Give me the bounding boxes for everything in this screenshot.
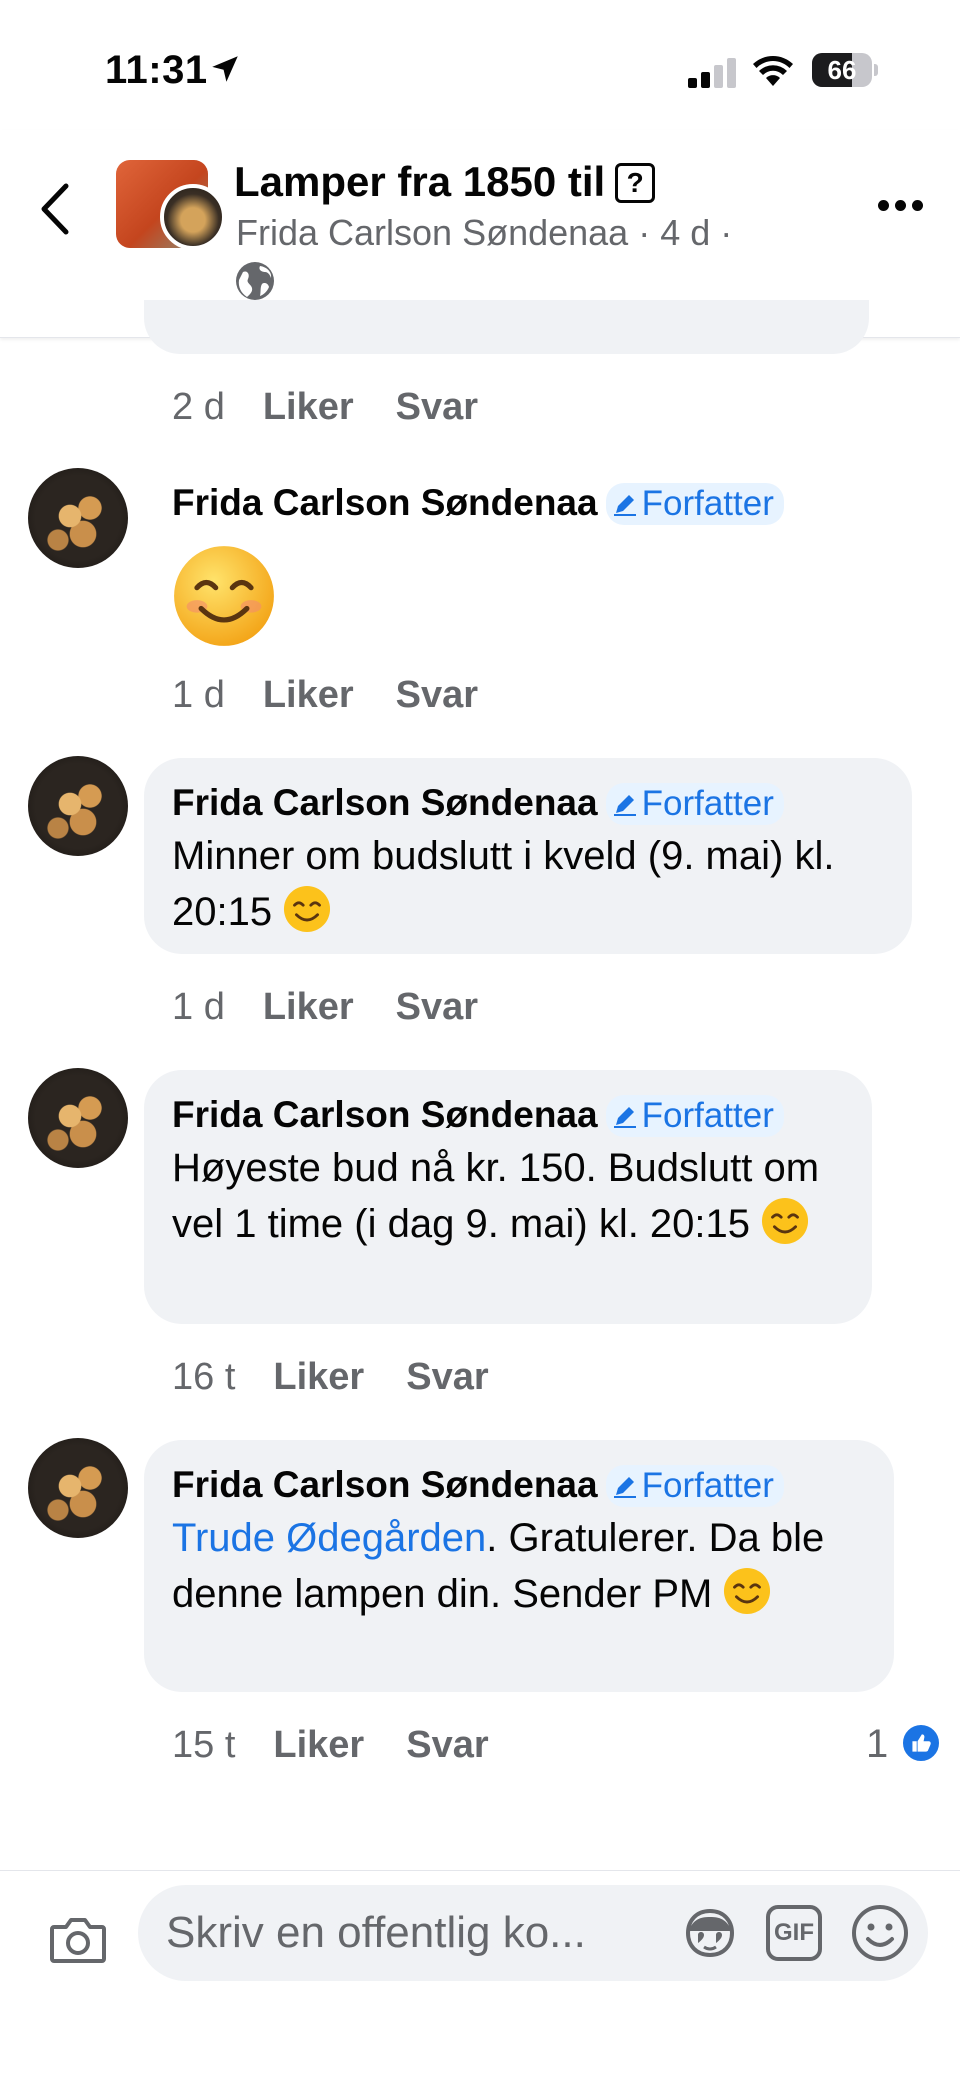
- comment-text: Høyeste bud nå kr. 150. Budslutt om vel …: [172, 1140, 844, 1252]
- gif-icon[interactable]: GIF: [766, 1905, 822, 1961]
- comment-actions: 1 d Liker Svar: [172, 674, 520, 717]
- comment-time: 2 d: [172, 386, 225, 428]
- comment-composer: GIF: [0, 1870, 960, 2081]
- back-chevron-icon[interactable]: [36, 182, 76, 236]
- thumbs-up-reaction-icon[interactable]: [900, 1722, 942, 1764]
- smiling-face-emoji-icon: [762, 1197, 809, 1245]
- like-button[interactable]: Liker: [263, 986, 354, 1029]
- comment-actions: 1 d Liker Svar: [172, 986, 520, 1029]
- group-title-text: Lamper fra 1850 til: [234, 158, 606, 205]
- badge-label: Forfatter: [641, 1096, 774, 1135]
- emoji-picker-icon[interactable]: [850, 1903, 910, 1963]
- pencil-icon: [613, 1107, 636, 1128]
- reply-button[interactable]: Svar: [406, 1356, 488, 1399]
- comment-input[interactable]: [166, 1885, 666, 1981]
- mention-link[interactable]: Trude Ødegården: [172, 1516, 486, 1560]
- reply-button[interactable]: Svar: [396, 674, 478, 717]
- reply-button[interactable]: Svar: [406, 1724, 488, 1767]
- comment-bubble[interactable]: Frida Carlson Søndenaa Forfatter Minner o…: [144, 758, 912, 954]
- commenter-avatar[interactable]: [28, 1068, 128, 1168]
- author-badge: Forfatter: [605, 1095, 784, 1137]
- pencil-icon: [613, 1477, 636, 1498]
- pencil-icon: [613, 795, 636, 816]
- like-button[interactable]: Liker: [263, 386, 354, 429]
- avatar-sticker-icon[interactable]: [680, 1905, 740, 1961]
- reply-button[interactable]: Svar: [396, 986, 478, 1029]
- comment-time: 1 d: [172, 986, 225, 1028]
- badge-label: Forfatter: [641, 1466, 774, 1505]
- author-name: Frida Carlson Søndenaa: [172, 1094, 598, 1135]
- comment-text-body: Høyeste bud nå kr. 150. Budslutt om vel …: [172, 1146, 820, 1246]
- cellular-signal-icon: [688, 56, 738, 88]
- author-name: Frida Carlson Søndenaa: [172, 1464, 598, 1505]
- comment-actions: 15 t Liker Svar: [172, 1724, 531, 1767]
- comment-emoji-only: Frida Carlson Søndenaa Forfatter: [172, 480, 784, 653]
- author-name: Frida Carlson Søndenaa: [172, 782, 598, 823]
- previous-comment-bubble: [144, 300, 869, 354]
- comment-actions: 2 d Liker Svar: [172, 386, 520, 429]
- comment-bubble[interactable]: Frida Carlson Søndenaa Forfatter Høyeste …: [144, 1070, 872, 1324]
- comment-actions: 16 t Liker Svar: [172, 1356, 531, 1399]
- author-badge: Forfatter: [605, 1465, 784, 1507]
- author-name: Frida Carlson Søndenaa: [172, 482, 598, 523]
- comment-time: 1 d: [172, 674, 225, 716]
- comment-author[interactable]: Frida Carlson Søndenaa Forfatter: [172, 1092, 844, 1138]
- comment-text: Minner om budslutt i kveld (9. mai) kl. …: [172, 828, 884, 940]
- battery-percent: 66: [827, 55, 857, 85]
- comment-author[interactable]: Frida Carlson Søndenaa Forfatter: [172, 480, 784, 526]
- reply-button[interactable]: Svar: [396, 386, 478, 429]
- comment-text: Trude Ødegården. Gratulerer. Da ble denn…: [172, 1510, 866, 1622]
- pencil-icon: [613, 495, 636, 516]
- commenter-avatar[interactable]: [28, 1438, 128, 1538]
- author-badge: Forfatter: [605, 483, 784, 525]
- group-title[interactable]: Lamper fra 1850 til?: [234, 158, 656, 206]
- badge-label: Forfatter: [641, 484, 774, 523]
- smiling-face-emoji-icon: [724, 1567, 771, 1615]
- smiling-face-emoji-icon: [284, 885, 331, 933]
- post-meta: Frida Carlson Søndenaa · 4 d ·: [236, 212, 733, 253]
- globe-icon: [236, 262, 274, 300]
- question-mark-icon: ?: [615, 163, 656, 203]
- author-badge: Forfatter: [605, 783, 784, 825]
- status-time: 11:31: [105, 48, 208, 92]
- wifi-icon: [753, 56, 793, 86]
- camera-icon[interactable]: [48, 1913, 108, 1965]
- comment-time: 16 t: [172, 1356, 236, 1398]
- comment-time: 15 t: [172, 1724, 236, 1766]
- badge-label: Forfatter: [641, 784, 774, 823]
- comment-text-body: Minner om budslutt i kveld (9. mai) kl. …: [172, 834, 835, 934]
- battery-icon: 66: [812, 53, 878, 87]
- like-button[interactable]: Liker: [273, 1724, 364, 1767]
- reaction-count[interactable]: 1: [866, 1722, 888, 1767]
- smiling-face-emoji-icon: [174, 546, 274, 646]
- author-avatar-small[interactable]: [160, 184, 226, 250]
- comment-author[interactable]: Frida Carlson Søndenaa Forfatter: [172, 1462, 866, 1508]
- location-arrow-icon: [212, 56, 238, 82]
- like-button[interactable]: Liker: [263, 674, 354, 717]
- commenter-avatar[interactable]: [28, 468, 128, 568]
- comment-input-field[interactable]: GIF: [138, 1885, 928, 1981]
- like-button[interactable]: Liker: [273, 1356, 364, 1399]
- status-bar: 11:31 66: [0, 0, 960, 130]
- commenter-avatar[interactable]: [28, 756, 128, 856]
- comment-author[interactable]: Frida Carlson Søndenaa Forfatter: [172, 780, 884, 826]
- comment-bubble[interactable]: Frida Carlson Søndenaa Forfatter Trude Ød…: [144, 1440, 894, 1692]
- more-options-icon[interactable]: [876, 196, 926, 216]
